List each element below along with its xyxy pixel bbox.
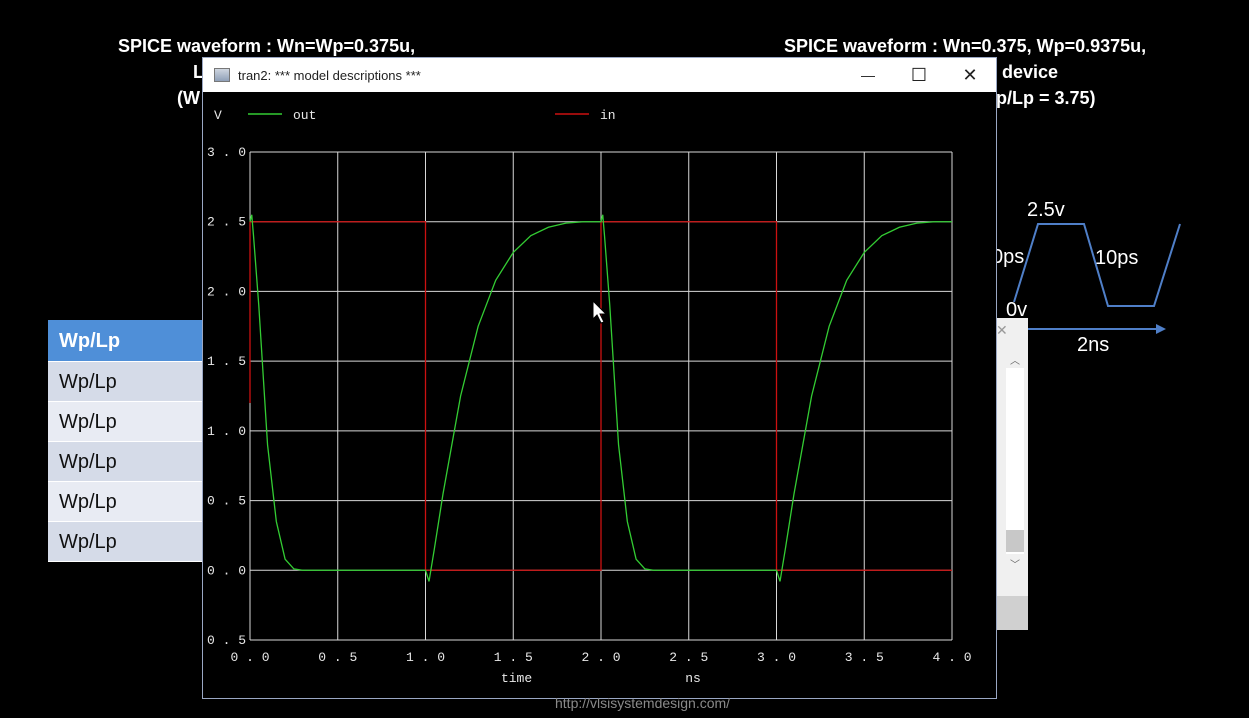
app-icon (214, 68, 230, 82)
y-tick-label: 1 . 5 (207, 354, 246, 369)
wplp-table-row: Wp/Lp (48, 522, 202, 562)
x-tick-label: 3 . 0 (757, 650, 796, 665)
x-unit-label: ns (685, 671, 701, 686)
wplp-table-row: Wp/Lp (48, 442, 202, 482)
time-axis-arrow-icon (1156, 324, 1166, 334)
pulse-high-label: 2.5v (1027, 199, 1065, 221)
x-tick-label: 0 . 5 (318, 650, 357, 665)
pulse-fall-label: 10ps (1095, 247, 1139, 269)
slide-title-left-line3: (W (177, 88, 200, 108)
waveform-plot: 0 . 0 0 . 5 1 . 0 1 . 5 2 . 0 2 . 5 3 . 0 3 . 5… (203, 108, 972, 686)
x-tick-label: 0 . 0 (230, 650, 269, 665)
minimize-button[interactable]: — (845, 58, 891, 92)
window-title: tran2: *** model descriptions *** (238, 67, 421, 83)
wplp-table-row: Wp/Lp (48, 482, 202, 522)
y-tick-label: 0 . 0 (207, 563, 246, 578)
window-titlebar[interactable]: tran2: *** model descriptions *** — ☐ ✕ (203, 58, 996, 92)
x-tick-label: 1 . 0 (406, 650, 445, 665)
y-tick-label: 2 . 0 (207, 284, 246, 299)
pulse-period-label: 2ns (1077, 334, 1110, 356)
slide-title-right: SPICE waveform : Wn=0.375, Wp=0.9375u, (784, 36, 1147, 56)
y-tick-label: 0 . 5 (207, 494, 246, 509)
mouse-cursor-icon (592, 300, 608, 324)
y-tick-label: 3 . 0 (207, 145, 246, 160)
slide-title-left: SPICE waveform : Wn=Wp=0.375u, (118, 36, 416, 56)
wplp-table-row: Wp/Lp (48, 402, 202, 442)
slide-title-right-line3: p/Lp = 3.75) (996, 88, 1096, 108)
y-tick-label: 1 . 0 (207, 424, 246, 439)
wplp-table: Wp/Lp Wp/Lp Wp/Lp Wp/Lp Wp/Lp Wp/Lp (48, 320, 202, 562)
x-tick-label: 3 . 5 (845, 650, 884, 665)
x-tick-label: 4 . 0 (932, 650, 971, 665)
background-panel-footer (996, 596, 1028, 630)
maximize-button[interactable]: ☐ (896, 58, 942, 92)
x-tick-label: 2 . 5 (669, 650, 708, 665)
wplp-table-row: Wp/Lp (48, 362, 202, 402)
close-button[interactable]: ✕ (947, 58, 993, 92)
scroll-down-arrow-icon[interactable]: ﹀ (1010, 556, 1024, 571)
x-axis-label: time (501, 671, 532, 686)
series-line-in (249, 221, 952, 571)
wplp-table-header: Wp/Lp (48, 320, 202, 362)
y-tick-label: - 0 . 5 (203, 633, 246, 648)
y-unit-label: V (214, 108, 222, 123)
plot-window[interactable]: tran2: *** model descriptions *** — ☐ ✕ … (202, 57, 997, 699)
legend-label-out: out (293, 108, 316, 123)
x-tick-label: 2 . 0 (581, 650, 620, 665)
source-url: http://vlsisystemdesign.com/ (555, 695, 731, 711)
scroll-track[interactable] (1006, 368, 1024, 554)
scroll-up-arrow-icon[interactable]: ︿ (1010, 352, 1024, 367)
y-tick-label: 2 . 5 (207, 215, 246, 230)
close-icon[interactable]: ✕ (996, 322, 1008, 339)
scroll-thumb[interactable] (1006, 530, 1024, 552)
x-tick-label: 1 . 5 (494, 650, 533, 665)
background-dialog-scrollbar[interactable]: ✕ ︿ ﹀ (996, 318, 1028, 630)
slide-title-right-line2: device (1002, 62, 1059, 82)
legend-label-in: in (600, 108, 616, 123)
